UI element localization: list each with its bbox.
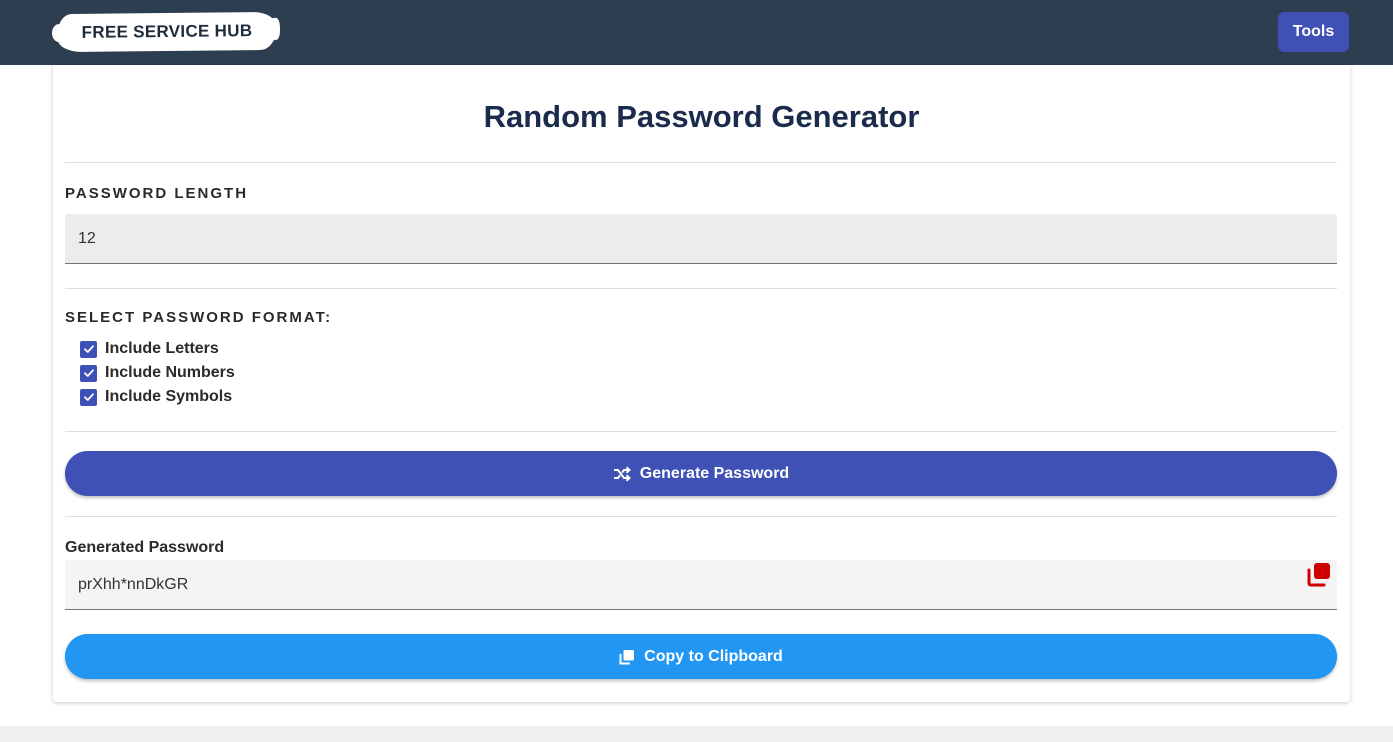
include-numbers-label: Include Numbers bbox=[105, 364, 235, 381]
logo-text: FREE SERVICE HUB bbox=[81, 21, 253, 42]
include-symbols-option[interactable]: Include Symbols bbox=[80, 387, 232, 407]
copy-icon[interactable] bbox=[1305, 560, 1333, 588]
include-symbols-label: Include Symbols bbox=[105, 388, 233, 405]
tools-button[interactable]: Tools bbox=[1278, 12, 1349, 52]
include-letters-label: Include Letters bbox=[105, 340, 219, 357]
checkmark-icon bbox=[83, 393, 94, 401]
site-logo[interactable]: FREE SERVICE HUB bbox=[57, 11, 277, 53]
include-numbers-option[interactable]: Include Numbers bbox=[80, 363, 235, 383]
copy-to-clipboard-label: Copy to Clipboard bbox=[644, 647, 783, 665]
copy-to-clipboard-button[interactable]: Copy to Clipboard bbox=[65, 634, 1337, 679]
password-length-label: PASSWORD LENGTH bbox=[65, 185, 249, 202]
divider bbox=[65, 288, 1337, 289]
checkmark-icon bbox=[83, 345, 94, 353]
divider bbox=[65, 162, 1337, 163]
include-letters-checkbox[interactable] bbox=[80, 340, 97, 358]
navbar: FREE SERVICE HUB Tools bbox=[0, 0, 1393, 65]
divider bbox=[65, 516, 1337, 517]
generated-password-value: prXhh*nnDkGR bbox=[78, 576, 189, 593]
generate-password-label: Generate Password bbox=[639, 464, 790, 482]
include-symbols-checkbox[interactable] bbox=[80, 388, 97, 406]
divider bbox=[65, 431, 1337, 432]
include-numbers-checkbox[interactable] bbox=[80, 364, 97, 382]
password-format-label: SELECT PASSWORD FORMAT: bbox=[65, 309, 333, 326]
generator-card: Random Password Generator PASSWORD LENGT… bbox=[53, 65, 1350, 702]
checkmark-icon bbox=[83, 369, 94, 377]
page-title: Random Password Generator bbox=[483, 99, 920, 134]
shuffle-icon bbox=[613, 465, 631, 482]
generated-password-label: Generated Password bbox=[65, 539, 225, 556]
generate-password-button[interactable]: Generate Password bbox=[65, 451, 1337, 496]
generated-password-field[interactable]: prXhh*nnDkGR bbox=[65, 560, 1337, 610]
include-letters-option[interactable]: Include Letters bbox=[80, 339, 219, 359]
copy-icon bbox=[619, 649, 635, 665]
password-length-input[interactable] bbox=[65, 214, 1337, 264]
